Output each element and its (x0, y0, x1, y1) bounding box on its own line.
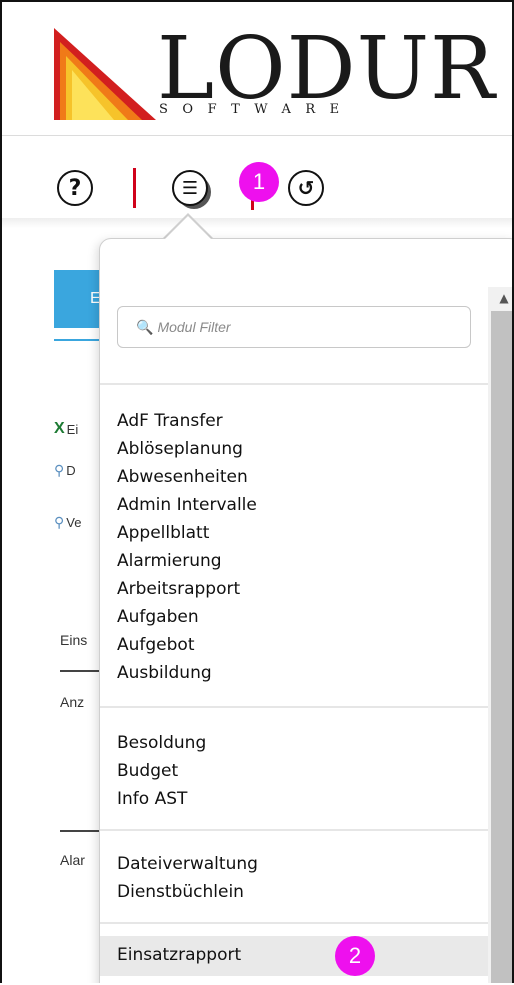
detail-link[interactable]: ⚲ D (54, 462, 76, 479)
magnifier-icon: ⚲ (54, 514, 65, 530)
menu-item[interactable]: Dateiverwaltung (117, 850, 258, 878)
logo-triangle-icon (54, 28, 156, 120)
menu-item[interactable]: Admin Intervalle (117, 491, 257, 519)
menu-item[interactable]: Arbeitsrapport (117, 575, 257, 603)
menu-item[interactable]: Abwesenheiten (117, 463, 257, 491)
menu-item[interactable]: AdF Transfer (117, 407, 257, 435)
logo-wordmark: LODUR (157, 19, 496, 119)
module-dropdown: ▲ 🔍 Modul Filter AdF Transfer Ablöseplan… (99, 238, 512, 983)
menu-separator (100, 383, 488, 385)
module-menu-button[interactable]: ☰ (172, 170, 208, 206)
module-filter-input[interactable]: 🔍 Modul Filter (117, 306, 471, 348)
menu-item[interactable]: Ausbildung (117, 659, 257, 687)
bg-label: Alar (60, 852, 85, 868)
toolbar: ? ☰ 1 ↺ (2, 136, 512, 224)
help-button[interactable]: ? (57, 170, 93, 206)
menu-item[interactable]: Appellblatt (117, 519, 257, 547)
logo-subtitle: SOFTWARE (159, 102, 354, 117)
dropdown-caret-fill (164, 216, 212, 240)
menu-item[interactable]: Alarmierung (117, 547, 257, 575)
menu-group-2: Besoldung Budget Info AST (117, 729, 206, 813)
lodur-logo: LODUR SOFTWARE (52, 24, 495, 124)
link-label: D (66, 463, 76, 478)
search-icon: 🔍 (136, 318, 154, 335)
menu-separator (100, 829, 488, 831)
menu-item[interactable]: Aufgaben (117, 603, 257, 631)
step-badge-2: 2 (335, 936, 375, 976)
export-excel-link[interactable]: X Ei (54, 420, 78, 438)
menu-group-1: AdF Transfer Ablöseplanung Abwesenheiten… (117, 407, 257, 687)
link-label: Ei (66, 421, 79, 437)
bg-label: Eins (60, 632, 88, 648)
help-icon: ? (68, 175, 82, 201)
list-menu-icon: ☰ (181, 177, 199, 199)
bg-label: Anz (60, 694, 85, 710)
menu-group-3: Dateiverwaltung Dienstbüchlein (117, 850, 258, 906)
menu-item[interactable]: Aufgebot (117, 631, 257, 659)
menu-item[interactable]: Dienstbüchlein (117, 878, 258, 906)
reload-icon: ↺ (297, 176, 315, 200)
menu-separator (100, 706, 488, 708)
step-badge-1: 1 (239, 162, 279, 202)
menu-item[interactable]: Besoldung (117, 729, 206, 757)
excel-icon: X (54, 420, 65, 437)
link-label: Ve (66, 515, 82, 530)
reload-button[interactable]: ↺ (288, 170, 324, 206)
scroll-up-arrow-icon[interactable]: ▲ (488, 287, 512, 309)
filter-placeholder: Modul Filter (157, 319, 231, 335)
app-window: LODUR SOFTWARE ? ☰ 1 ↺ E X Ei ⚲ D ⚲ Ve E… (0, 0, 514, 983)
menu-item-einsatzrapport[interactable]: Einsatzrapport (117, 941, 241, 969)
magnifier-icon: ⚲ (54, 462, 65, 478)
scroll-thumb[interactable] (491, 311, 512, 983)
menu-item-highlighted[interactable]: Einsatzrapport 2 (100, 936, 488, 976)
view-link[interactable]: ⚲ Ve (54, 514, 81, 531)
menu-item[interactable]: Budget (117, 757, 206, 785)
menu-separator (100, 922, 488, 924)
menu-item[interactable]: Ablöseplanung (117, 435, 257, 463)
menu-item[interactable]: Info AST (117, 785, 206, 813)
toolbar-shadow (2, 218, 512, 228)
toolbar-divider (133, 168, 136, 208)
